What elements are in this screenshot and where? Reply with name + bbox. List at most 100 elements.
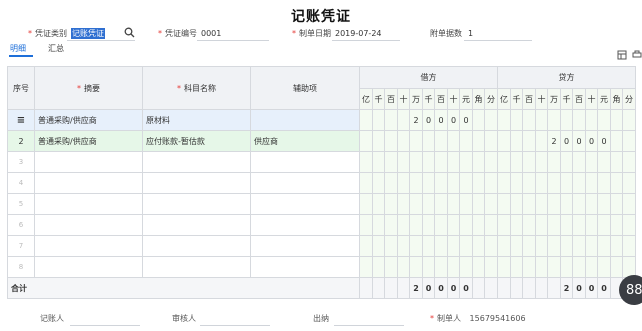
credit-digit-cell[interactable]: 0 xyxy=(572,277,586,299)
empty-cell[interactable] xyxy=(34,256,143,278)
debit-digit-cell[interactable] xyxy=(359,130,373,152)
credit-digit-cell[interactable] xyxy=(610,193,623,215)
debit-digit-cell[interactable]: 0 xyxy=(422,109,435,131)
credit-digit-cell[interactable] xyxy=(522,277,536,299)
debit-digit-cell[interactable] xyxy=(384,193,398,215)
credit-digit-cell[interactable] xyxy=(585,214,598,236)
floating-help-button[interactable]: 88 xyxy=(619,275,642,305)
debit-digit-cell[interactable] xyxy=(472,193,485,215)
empty-cell[interactable] xyxy=(34,193,143,215)
credit-digit-cell[interactable] xyxy=(522,235,536,257)
debit-digit-cell[interactable] xyxy=(372,235,385,257)
row-account[interactable]: 原材料 xyxy=(142,109,251,131)
credit-digit-cell[interactable] xyxy=(535,256,548,278)
credit-digit-cell[interactable] xyxy=(535,130,548,152)
debit-digit-cell[interactable] xyxy=(459,130,473,152)
debit-digit-cell[interactable] xyxy=(434,193,448,215)
credit-digit-cell[interactable] xyxy=(547,151,561,173)
table-row[interactable]: 4 xyxy=(7,172,636,194)
debit-digit-cell[interactable] xyxy=(397,109,410,131)
debit-digit-cell[interactable] xyxy=(409,130,423,152)
debit-digit-cell[interactable] xyxy=(384,109,398,131)
table-row[interactable]: 3 xyxy=(7,151,636,173)
debit-digit-cell[interactable] xyxy=(447,151,460,173)
credit-digit-cell[interactable] xyxy=(560,256,573,278)
empty-cell[interactable] xyxy=(250,256,360,278)
voucher-no-field[interactable]: * 凭证编号 0001 xyxy=(158,28,221,39)
debit-digit-cell[interactable] xyxy=(484,214,498,236)
tab-summary[interactable]: 汇总 xyxy=(48,43,64,54)
credit-digit-cell[interactable] xyxy=(497,256,511,278)
table-row[interactable]: ≡ 普通采购/供应商 原材料 2 0 0 0 0 xyxy=(7,109,636,131)
credit-digit-cell[interactable] xyxy=(510,214,523,236)
debit-digit-cell[interactable] xyxy=(459,235,473,257)
debit-digit-cell[interactable] xyxy=(384,151,398,173)
tab-detail[interactable]: 明细 xyxy=(10,43,26,54)
search-icon[interactable] xyxy=(124,27,135,38)
debit-digit-cell[interactable] xyxy=(359,277,373,299)
credit-digit-cell[interactable]: 0 xyxy=(560,130,573,152)
credit-digit-cell[interactable] xyxy=(610,172,623,194)
credit-digit-cell[interactable] xyxy=(572,193,586,215)
date-field[interactable]: * 制单日期 2019-07-24 xyxy=(292,28,382,39)
debit-digit-cell[interactable] xyxy=(422,193,435,215)
credit-digit-cell[interactable] xyxy=(622,172,636,194)
voucher-type-input[interactable]: 记账凭证 xyxy=(71,28,105,39)
credit-digit-cell[interactable] xyxy=(510,151,523,173)
table-row[interactable]: 8 xyxy=(7,256,636,278)
debit-digit-cell[interactable] xyxy=(372,277,385,299)
debit-digit-cell[interactable] xyxy=(359,256,373,278)
credit-digit-cell[interactable] xyxy=(547,109,561,131)
empty-cell[interactable] xyxy=(142,151,251,173)
debit-digit-cell[interactable] xyxy=(484,172,498,194)
credit-digit-cell[interactable] xyxy=(610,109,623,131)
debit-digit-cell[interactable] xyxy=(472,109,485,131)
credit-digit-cell[interactable] xyxy=(547,277,561,299)
debit-digit-cell[interactable] xyxy=(447,172,460,194)
attachments-input[interactable]: 1 xyxy=(468,29,473,38)
credit-digit-cell[interactable] xyxy=(622,109,636,131)
debit-digit-cell[interactable] xyxy=(372,193,385,215)
credit-digit-cell[interactable] xyxy=(522,214,536,236)
debit-digit-cell[interactable] xyxy=(409,256,423,278)
row-aux[interactable] xyxy=(250,109,360,131)
debit-digit-cell[interactable] xyxy=(484,109,498,131)
insert-row-icon[interactable]: ≡ xyxy=(17,115,25,126)
credit-digit-cell[interactable] xyxy=(510,235,523,257)
debit-digit-cell[interactable] xyxy=(472,277,485,299)
debit-digit-cell[interactable] xyxy=(397,214,410,236)
debit-digit-cell[interactable] xyxy=(384,256,398,278)
table-row[interactable]: 6 xyxy=(7,214,636,236)
empty-cell[interactable] xyxy=(250,151,360,173)
credit-digit-cell[interactable] xyxy=(610,214,623,236)
credit-digit-cell[interactable] xyxy=(497,151,511,173)
credit-digit-cell[interactable] xyxy=(560,172,573,194)
credit-digit-cell[interactable] xyxy=(560,151,573,173)
debit-digit-cell[interactable] xyxy=(472,172,485,194)
debit-digit-cell[interactable]: 0 xyxy=(447,109,460,131)
credit-digit-cell[interactable] xyxy=(510,256,523,278)
credit-digit-cell[interactable]: 0 xyxy=(585,277,598,299)
debit-digit-cell[interactable] xyxy=(397,130,410,152)
credit-digit-cell[interactable] xyxy=(522,109,536,131)
credit-digit-cell[interactable] xyxy=(510,172,523,194)
print-icon[interactable] xyxy=(632,50,642,60)
credit-digit-cell[interactable] xyxy=(572,172,586,194)
credit-digit-cell[interactable] xyxy=(522,151,536,173)
table-row[interactable]: 7 xyxy=(7,235,636,257)
debit-digit-cell[interactable] xyxy=(484,193,498,215)
debit-digit-cell[interactable] xyxy=(409,151,423,173)
debit-digit-cell[interactable] xyxy=(459,172,473,194)
credit-digit-cell[interactable]: 0 xyxy=(597,130,611,152)
table-row[interactable]: 5 xyxy=(7,193,636,215)
empty-cell[interactable] xyxy=(142,256,251,278)
debit-digit-cell[interactable] xyxy=(484,151,498,173)
credit-digit-cell[interactable] xyxy=(547,214,561,236)
debit-digit-cell[interactable] xyxy=(459,214,473,236)
debit-digit-cell[interactable] xyxy=(359,109,373,131)
credit-digit-cell[interactable] xyxy=(622,151,636,173)
credit-digit-cell[interactable] xyxy=(622,193,636,215)
debit-digit-cell[interactable] xyxy=(409,235,423,257)
credit-digit-cell[interactable] xyxy=(597,256,611,278)
debit-digit-cell[interactable] xyxy=(484,235,498,257)
